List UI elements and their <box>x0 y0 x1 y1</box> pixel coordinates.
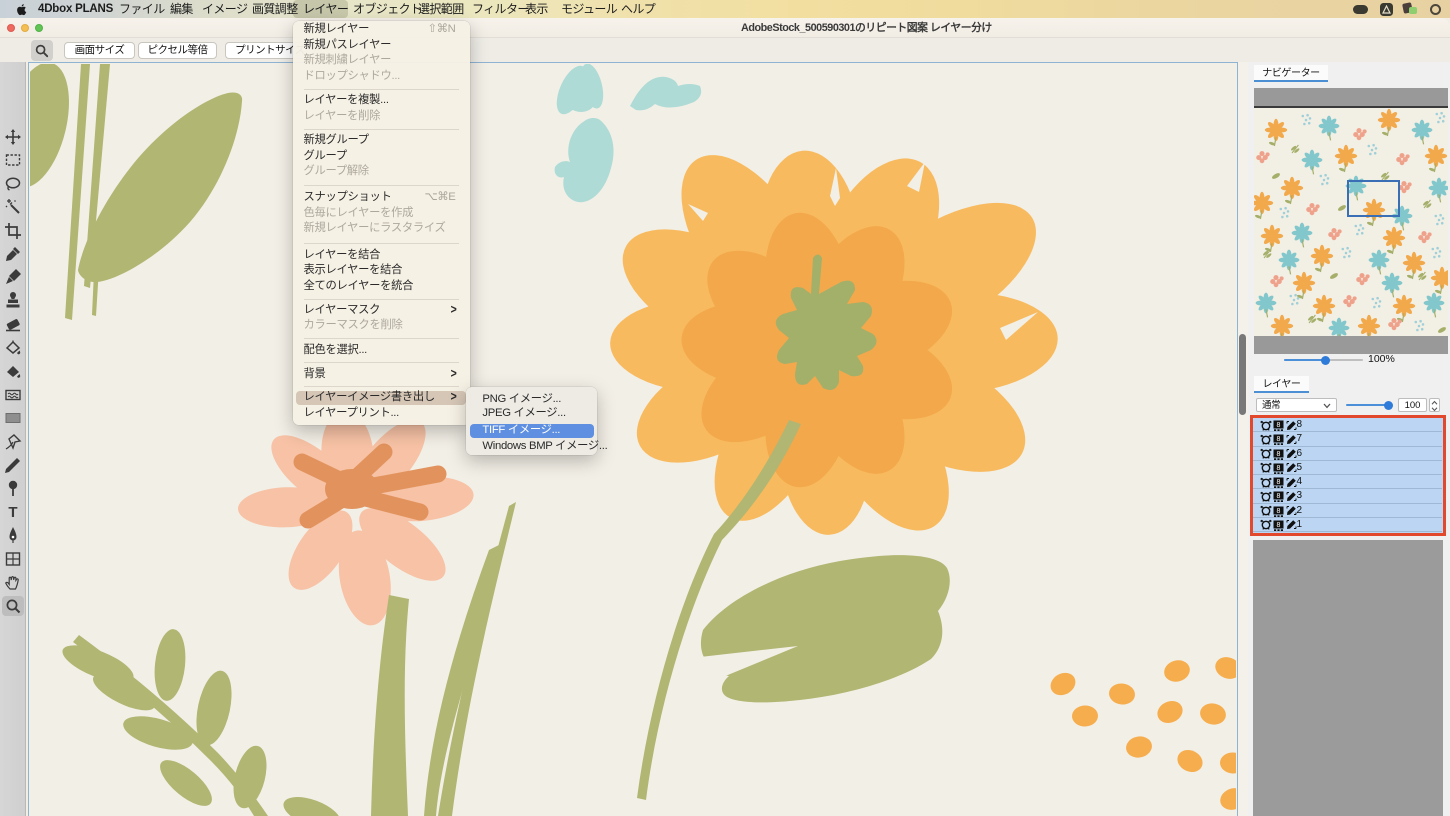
svg-text:T: T <box>8 504 17 521</box>
svg-text:8: 8 <box>1276 479 1280 486</box>
svg-text:8: 8 <box>1276 522 1280 529</box>
svg-text:8: 8 <box>1276 493 1280 500</box>
svg-text:8: 8 <box>1276 465 1280 472</box>
svg-text:8: 8 <box>1276 436 1280 443</box>
svg-text:8: 8 <box>1276 508 1280 515</box>
svg-text:8: 8 <box>1276 451 1280 458</box>
svg-text:8: 8 <box>1276 422 1280 429</box>
